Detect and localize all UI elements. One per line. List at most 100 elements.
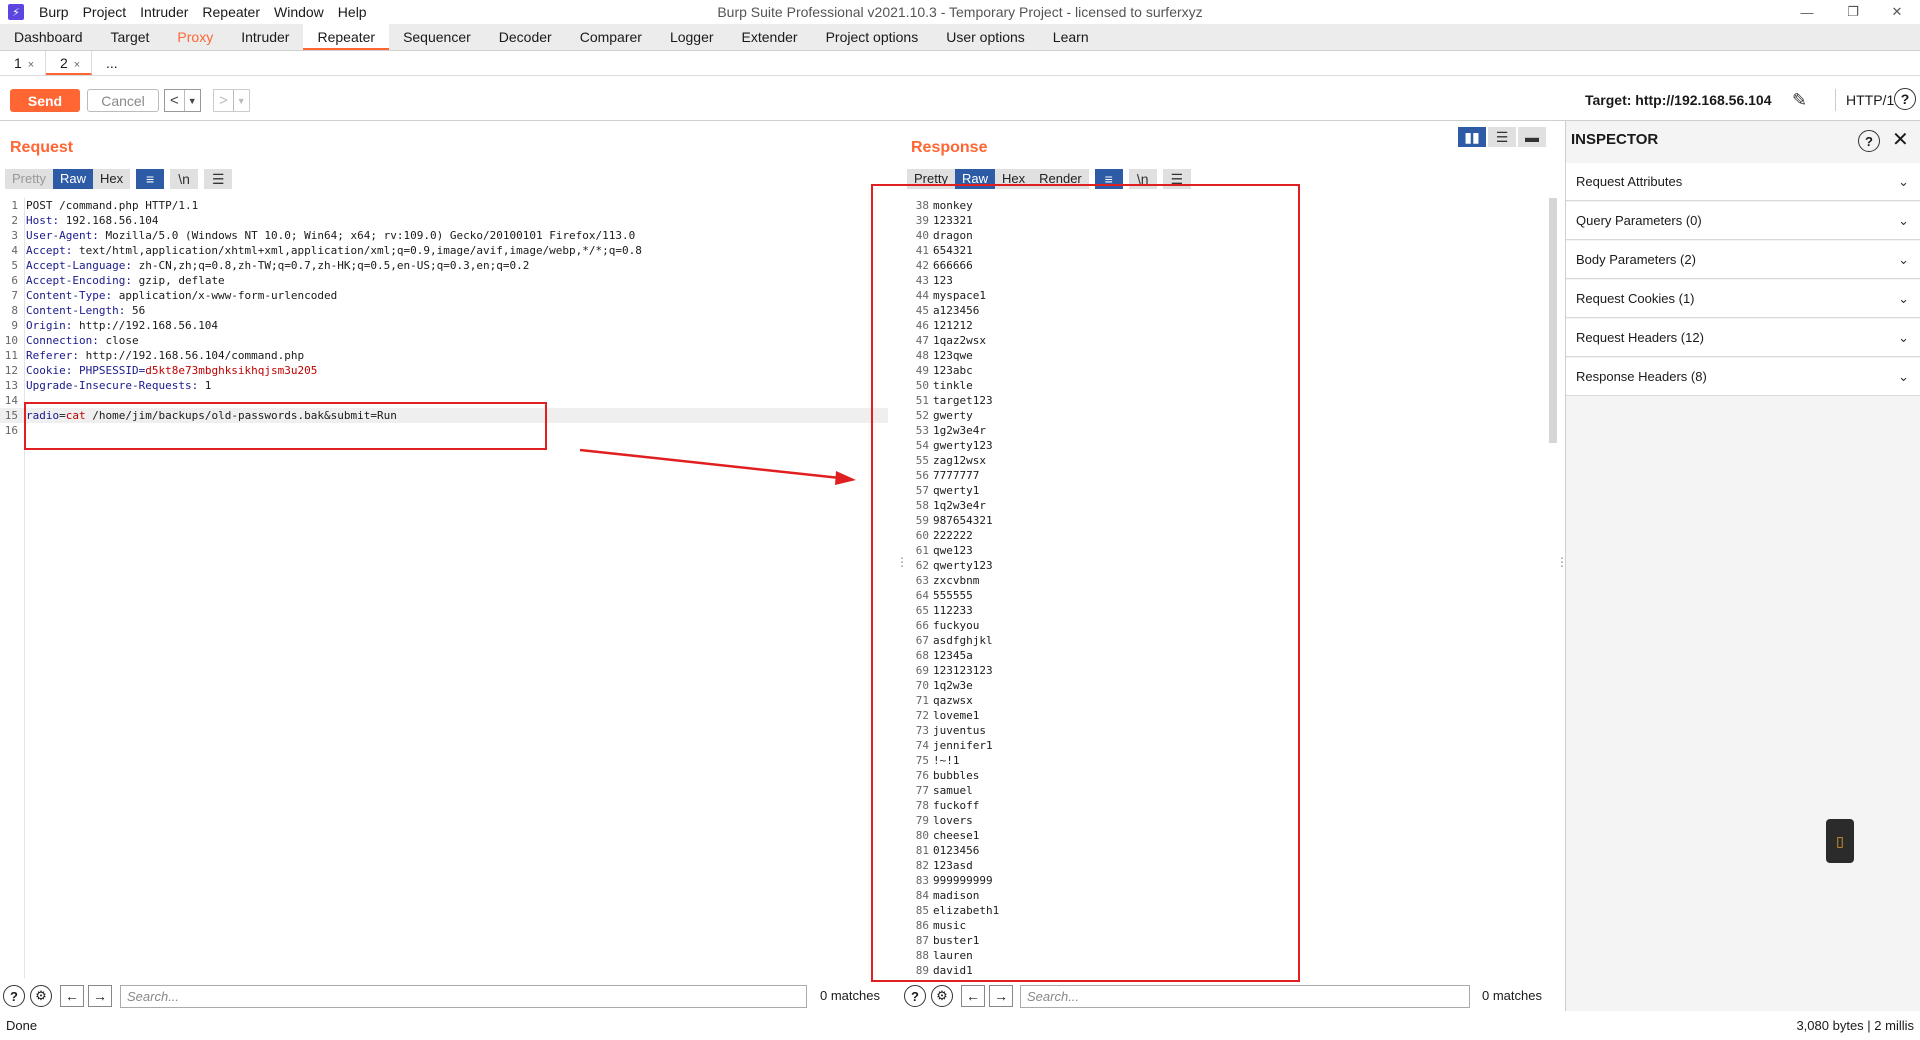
tab-project-options[interactable]: Project options [812, 24, 933, 50]
tab-sequencer[interactable]: Sequencer [389, 24, 485, 50]
tab-learn[interactable]: Learn [1039, 24, 1103, 50]
request-line: 6 Accept-Encoding: gzip, deflate [0, 273, 888, 288]
section-label: Query Parameters (0) [1576, 213, 1702, 228]
tab-comparer[interactable]: Comparer [566, 24, 656, 50]
line-number: 14 [4, 394, 18, 407]
code-token: zh-CN,zh;q=0.8,zh-TW;q=0.7,zh-HK;q=0.5,e… [131, 259, 530, 272]
line-number: 13 [4, 379, 18, 392]
help-icon[interactable]: ? [904, 985, 926, 1007]
repeater-toolbar: Send Cancel < ▼ > ▼ Target: http://192.168… [0, 76, 1920, 121]
raw-button[interactable]: Raw [52, 169, 93, 189]
send-button[interactable]: Send [10, 89, 80, 112]
menu-project[interactable]: Project [76, 0, 134, 24]
annotation-highlight-request [24, 402, 547, 450]
minimize-icon[interactable]: — [1784, 0, 1830, 24]
close-tab-icon[interactable]: × [74, 59, 80, 71]
code-token: http://192.168.56.104 [72, 319, 219, 332]
menu-burp[interactable]: Burp [32, 0, 76, 24]
help-icon[interactable]: ? [1894, 88, 1916, 110]
repeater-tabs: 1 × 2 × ... [0, 51, 1920, 76]
request-line: 10 Connection: close [0, 333, 888, 348]
menu-icon[interactable]: ☰ [204, 169, 233, 189]
edit-target-icon[interactable]: ✎ [1792, 90, 1807, 111]
cancel-button[interactable]: Cancel [87, 89, 159, 112]
section-label: Request Cookies (1) [1576, 291, 1695, 306]
history-back-button[interactable]: < ▼ [164, 89, 201, 112]
response-search-input[interactable]: Search... [1020, 985, 1470, 1008]
pretty-button[interactable]: Pretty [5, 169, 53, 189]
tabs-layout-icon[interactable]: ▬ [1518, 127, 1546, 147]
restore-icon[interactable]: ❐ [1830, 0, 1876, 24]
inspector-section-response-headers[interactable]: Response Headers (8) ⌄ [1566, 358, 1920, 396]
section-label: Request Attributes [1576, 174, 1683, 189]
code-token: application/x-www-form-urlencoded [112, 289, 338, 302]
menu-window[interactable]: Window [267, 0, 331, 24]
code-token: Content-Length: [26, 304, 126, 317]
search-next-icon[interactable]: → [989, 985, 1013, 1007]
chevron-down-icon: ⌄ [1898, 174, 1909, 189]
side-by-side-layout-icon[interactable]: ▮▮ [1458, 127, 1486, 147]
close-tab-icon[interactable]: × [28, 59, 34, 71]
history-forward-button[interactable]: > ▼ [213, 89, 250, 112]
line-number: 8 [11, 304, 18, 317]
code-token: Content-Type: [26, 289, 113, 302]
extension-icon[interactable]: ▯ [1826, 819, 1854, 863]
inspector-section-request-headers[interactable]: Request Headers (12) ⌄ [1566, 319, 1920, 357]
request-line: 4 Accept: text/html,application/xhtml+xml… [0, 243, 888, 258]
code-token: Accept-Encoding: [26, 274, 132, 287]
inspector-panel: INSPECTOR ? ✕ Request Attributes ⌄ Query P… [1565, 121, 1920, 1011]
tab-decoder[interactable]: Decoder [485, 24, 566, 50]
close-inspector-icon[interactable]: ✕ [1892, 127, 1909, 152]
line-number: 10 [4, 334, 18, 347]
request-search-input[interactable]: Search... [120, 985, 807, 1008]
code-token: 192.168.56.104 [59, 214, 159, 227]
close-window-icon[interactable]: ✕ [1874, 0, 1920, 24]
show-newlines-button[interactable]: \n [170, 169, 199, 189]
request-line: 5 Accept-Language: zh-CN,zh;q=0.8,zh-TW;q… [0, 258, 888, 273]
status-bar: Done 3,080 bytes | 2 millis [0, 1012, 1920, 1040]
tab-proxy[interactable]: Proxy [163, 24, 227, 50]
code-token: text/html,application/xhtml+xml,applicat… [72, 244, 642, 257]
hex-button[interactable]: Hex [92, 169, 131, 189]
new-tab-button[interactable]: ... [92, 51, 138, 75]
line-number: 4 [11, 244, 18, 257]
line-number: 5 [11, 259, 18, 272]
tab-intruder[interactable]: Intruder [227, 24, 303, 50]
response-scrollbar[interactable] [1549, 198, 1557, 443]
search-previous-icon[interactable]: ← [961, 985, 985, 1007]
http-version-toggle[interactable]: HTTP/1 [1835, 89, 1894, 111]
inspector-section-body-parameters[interactable]: Body Parameters (2) ⌄ [1566, 241, 1920, 279]
code-token: Mozilla/5.0 (Windows NT 10.0; Win64; x64… [98, 229, 636, 242]
help-icon[interactable]: ? [1858, 130, 1880, 152]
search-next-icon[interactable]: → [88, 985, 112, 1007]
tab-target[interactable]: Target [97, 24, 164, 50]
inspector-section-request-cookies[interactable]: Request Cookies (1) ⌄ [1566, 280, 1920, 318]
search-previous-icon[interactable]: ← [60, 985, 84, 1007]
repeater-tab-1[interactable]: 1 × [0, 51, 46, 75]
tab-logger[interactable]: Logger [656, 24, 728, 50]
tab-repeater[interactable]: Repeater [303, 24, 390, 50]
settings-gear-icon[interactable]: ⚙ [931, 985, 953, 1007]
menu-help[interactable]: Help [331, 0, 374, 24]
code-token: User-Agent: [26, 229, 99, 242]
menu-intruder[interactable]: Intruder [133, 0, 195, 24]
wrap-lines-icon[interactable]: ≡ [136, 169, 165, 189]
chevron-right-icon: > [219, 92, 228, 109]
dropdown-arrow-icon[interactable]: ▼ [183, 90, 200, 111]
chevron-down-icon: ⌄ [1898, 213, 1909, 228]
settings-gear-icon[interactable]: ⚙ [30, 985, 52, 1007]
inspector-section-request-attributes[interactable]: Request Attributes ⌄ [1566, 163, 1920, 201]
inspector-section-query-parameters[interactable]: Query Parameters (0) ⌄ [1566, 202, 1920, 240]
menu-repeater[interactable]: Repeater [195, 0, 267, 24]
tab-dashboard[interactable]: Dashboard [0, 24, 97, 50]
top-bottom-layout-icon[interactable]: ☰ [1488, 127, 1516, 147]
dropdown-arrow-icon[interactable]: ▼ [232, 90, 249, 111]
line-number: 9 [11, 319, 18, 332]
tab-extender[interactable]: Extender [728, 24, 812, 50]
help-icon[interactable]: ? [3, 985, 25, 1007]
request-editor[interactable]: 1 POST /command.php HTTP/1.1 2 Host: 192.16… [0, 198, 888, 978]
repeater-tab-2[interactable]: 2 × [46, 51, 92, 75]
section-label: Request Headers (12) [1576, 330, 1704, 345]
tab-label: 1 [14, 55, 22, 71]
tab-user-options[interactable]: User options [932, 24, 1039, 50]
